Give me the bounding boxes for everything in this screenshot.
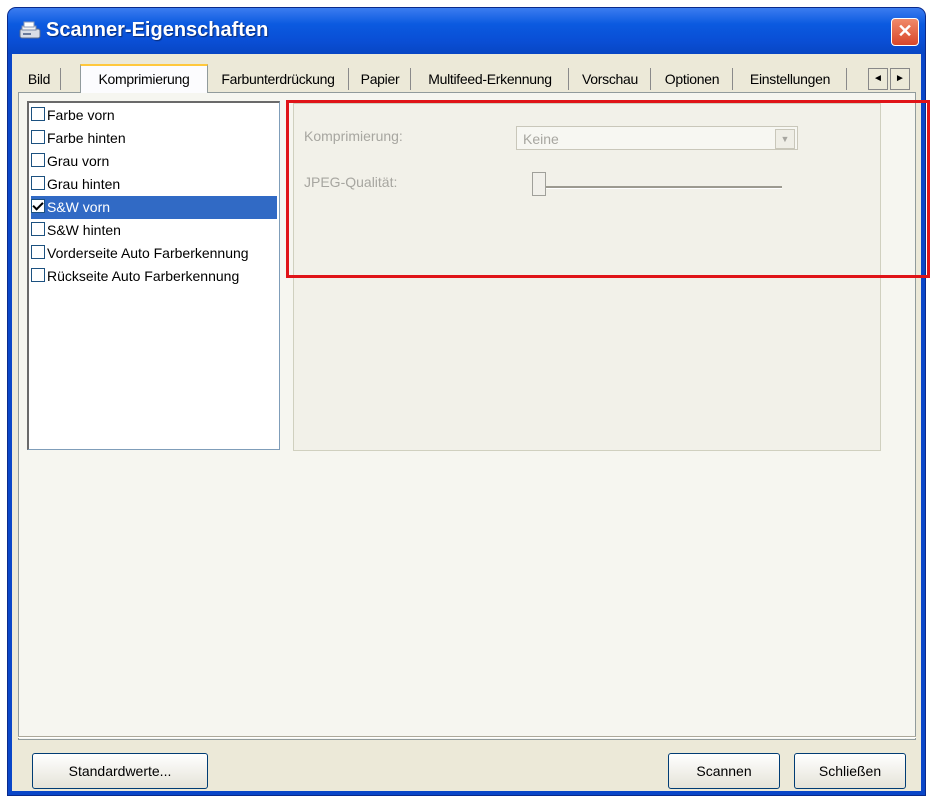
tab-scroll-left-button[interactable]: ◄ bbox=[868, 68, 888, 90]
list-item-label: Farbe vorn bbox=[47, 107, 115, 123]
jpeg-quality-slider-track[interactable] bbox=[542, 186, 782, 189]
checkbox[interactable] bbox=[31, 245, 45, 259]
tab-multifeed-erkennung[interactable]: Multifeed-Erkennung bbox=[412, 68, 569, 90]
tab-bild[interactable]: Bild bbox=[18, 68, 61, 90]
jpeg-quality-label: JPEG-Qualität: bbox=[304, 174, 398, 190]
checkbox[interactable] bbox=[31, 130, 45, 144]
compression-label: Komprimierung: bbox=[304, 128, 403, 144]
title-bar[interactable]: Scanner-Eigenschaften ✕ bbox=[8, 8, 925, 54]
compression-dropdown[interactable]: Keine ▼ bbox=[516, 126, 798, 150]
scanner-icon bbox=[19, 21, 41, 39]
compression-tab-panel: Farbe vorn Farbe hinten Grau vorn Grau h… bbox=[18, 92, 916, 740]
window-title: Scanner-Eigenschaften bbox=[46, 19, 269, 41]
close-button[interactable]: Schließen bbox=[794, 753, 906, 789]
list-item-label: Farbe hinten bbox=[47, 130, 126, 146]
list-item-label: Vorderseite Auto Farberkennung bbox=[47, 245, 249, 261]
scan-button[interactable]: Scannen bbox=[668, 753, 780, 789]
checkbox[interactable] bbox=[31, 176, 45, 190]
tab-farbunterdrueckung[interactable]: Farbunterdrückung bbox=[208, 68, 349, 90]
list-item-label: Grau vorn bbox=[47, 153, 110, 169]
list-item-farbe-vorn[interactable]: Farbe vorn bbox=[31, 104, 277, 127]
defaults-button[interactable]: Standardwerte... bbox=[32, 753, 208, 789]
list-item-label: Grau hinten bbox=[47, 176, 121, 192]
image-type-list[interactable]: Farbe vorn Farbe hinten Grau vorn Grau h… bbox=[27, 101, 280, 450]
list-item-sw-hinten[interactable]: S&W hinten bbox=[31, 219, 277, 242]
tab-strip: Bild Komprimierung Farbunterdrückung Pap… bbox=[18, 64, 914, 93]
checkbox[interactable] bbox=[31, 153, 45, 167]
checkbox[interactable] bbox=[31, 268, 45, 282]
list-item-farbe-hinten[interactable]: Farbe hinten bbox=[31, 127, 277, 150]
dialog-client-area: Bild Komprimierung Farbunterdrückung Pap… bbox=[12, 54, 921, 791]
list-item-sw-vorn[interactable]: S&W vorn bbox=[31, 196, 277, 219]
compression-settings-group: Komprimierung: Keine ▼ JPEG-Qualität: bbox=[293, 103, 881, 451]
tab-optionen[interactable]: Optionen bbox=[652, 68, 733, 90]
list-item-rueckseite-auto[interactable]: Rückseite Auto Farberkennung bbox=[31, 265, 277, 288]
list-item-grau-vorn[interactable]: Grau vorn bbox=[31, 150, 277, 173]
jpeg-quality-slider-thumb[interactable] bbox=[532, 172, 546, 196]
checkbox[interactable] bbox=[31, 222, 45, 236]
close-window-button[interactable]: ✕ bbox=[891, 18, 919, 46]
tab-scroll-right-button[interactable]: ► bbox=[890, 68, 910, 90]
checkbox[interactable] bbox=[31, 107, 45, 121]
list-item-grau-hinten[interactable]: Grau hinten bbox=[31, 173, 277, 196]
tab-papier[interactable]: Papier bbox=[350, 68, 411, 90]
list-item-label: S&W vorn bbox=[47, 199, 111, 215]
checkbox-checked[interactable] bbox=[31, 199, 45, 213]
tab-komprimierung[interactable]: Komprimierung bbox=[80, 64, 208, 93]
tab-vorschau[interactable]: Vorschau bbox=[570, 68, 651, 90]
footer-divider bbox=[18, 736, 916, 738]
chevron-down-icon[interactable]: ▼ bbox=[775, 129, 795, 149]
list-item-vorderseite-auto[interactable]: Vorderseite Auto Farberkennung bbox=[31, 242, 277, 265]
scanner-properties-window: Scanner-Eigenschaften ✕ Bild Komprimieru… bbox=[8, 8, 925, 795]
tab-einstellungen[interactable]: Einstellungen bbox=[734, 68, 847, 90]
compression-value: Keine bbox=[523, 131, 559, 147]
list-item-label: S&W hinten bbox=[47, 222, 121, 238]
list-item-label: Rückseite Auto Farberkennung bbox=[47, 268, 240, 284]
